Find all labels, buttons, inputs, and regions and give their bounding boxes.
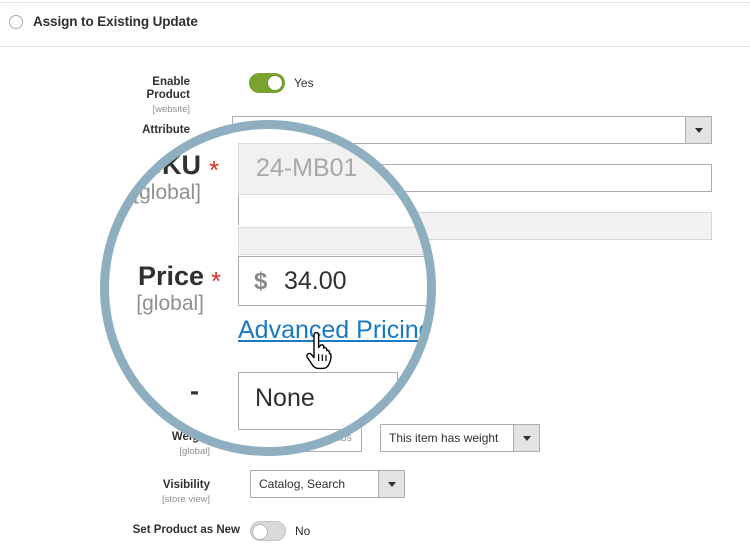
advanced-pricing-link[interactable]: Advanced Pricing (238, 316, 433, 345)
header-divider (0, 46, 750, 47)
chevron-down-icon (523, 436, 531, 441)
zoom-sku-required-star: * (209, 157, 219, 183)
zoom-sku-value: 24-MB01 (256, 154, 357, 183)
toggle-knob (267, 75, 283, 91)
zoom-disabled-field (238, 227, 436, 255)
zoom-tax-class-value: None (255, 384, 315, 413)
zoom-sku-label: SKU [global] (100, 151, 201, 204)
weight-type-dropdown-button[interactable] (513, 424, 540, 452)
visibility-dropdown-button[interactable] (378, 470, 405, 498)
pointing-hand-cursor (303, 332, 335, 372)
zoom-price-currency: $ (254, 268, 267, 296)
zoom-tax-class-label: - (139, 377, 199, 405)
visibility-label: Visibility [store view] (150, 479, 210, 506)
assign-to-existing-update-row[interactable]: Assign to Existing Update (9, 14, 198, 29)
set-product-as-new-value: No (295, 521, 310, 541)
enable-product-toggle[interactable] (249, 73, 285, 93)
zoom-price-value: 34.00 (284, 267, 347, 296)
top-divider (0, 2, 750, 3)
visibility-value: Catalog, Search (259, 470, 345, 498)
magnifier-lens: SKU [global] * 24-MB01 Price [global] * … (100, 120, 436, 456)
enable-product-label: Enable Product [website] (110, 76, 190, 116)
zoom-secondary-field[interactable] (238, 195, 436, 225)
chevron-down-icon (695, 128, 703, 133)
enable-product-value: Yes (294, 73, 314, 93)
set-product-as-new-label: Set Product as New (125, 524, 240, 537)
toggle-knob (252, 524, 268, 540)
attribute-set-dropdown-button[interactable] (685, 116, 712, 144)
zoom-price-label: Price [global] (100, 262, 204, 315)
chevron-down-icon (388, 482, 396, 487)
zoom-price-required-star: * (211, 268, 221, 294)
radio-assign-existing-update[interactable] (9, 15, 23, 29)
set-product-as-new-toggle[interactable] (250, 521, 286, 541)
radio-label: Assign to Existing Update (33, 14, 198, 29)
